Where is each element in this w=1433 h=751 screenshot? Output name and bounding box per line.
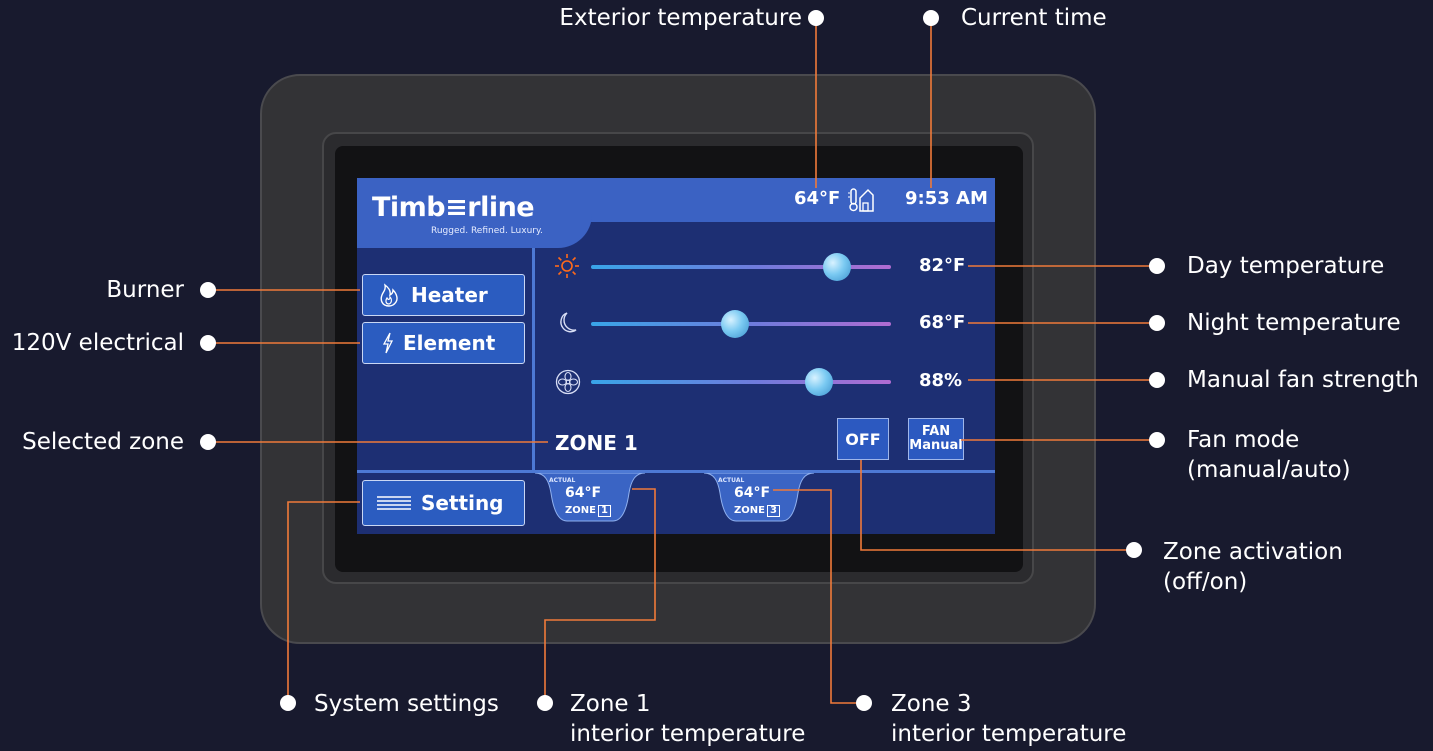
- fan-mode-button[interactable]: FAN Manual: [908, 418, 964, 460]
- zone-1-name: ZONE 1: [565, 505, 611, 517]
- setting-button[interactable]: Setting: [362, 480, 525, 526]
- heater-button-label: Heater: [411, 283, 488, 307]
- zone-1-temperature: 64°F: [565, 485, 602, 501]
- zone-3-temperature: 64°F: [734, 485, 771, 501]
- fan-strength-knob[interactable]: [805, 368, 833, 396]
- moon-icon: [555, 311, 577, 339]
- fan-strength-track[interactable]: [591, 380, 891, 384]
- current-time-readout: 9:53 AM: [905, 188, 988, 209]
- callout-selected-zone: Selected zone: [22, 429, 184, 455]
- brand-logo: Timb≡rline: [372, 192, 535, 223]
- fan-strength-row: 88%: [357, 367, 995, 397]
- callout-exterior-temperature: Exterior temperature: [559, 5, 802, 31]
- selected-zone-label: ZONE 1: [555, 431, 638, 455]
- brand-tagline: Rugged. Refined. Luxury.: [431, 226, 543, 236]
- callout-burner: Burner: [106, 277, 184, 303]
- callout-electrical: 120V electrical: [11, 330, 184, 356]
- night-temperature-knob[interactable]: [721, 310, 749, 338]
- night-temperature-value: 68°F: [919, 312, 966, 333]
- zone-3-tab[interactable]: ACTUAL 64°F ZONE 3: [704, 473, 814, 525]
- zone-1-tab[interactable]: ACTUAL 64°F ZONE 1: [535, 473, 645, 525]
- callout-zone-3-line2: interior temperature: [891, 721, 1127, 747]
- callout-day-temperature: Day temperature: [1187, 253, 1385, 279]
- callout-fan-mode-line1: Fan mode: [1187, 427, 1300, 453]
- callout-fan-mode-line2: (manual/auto): [1187, 457, 1351, 483]
- callout-system-settings: System settings: [314, 691, 499, 717]
- exterior-temperature-readout: 64°F: [794, 188, 841, 209]
- sun-icon: [555, 254, 579, 282]
- thermostat-display: Timb≡rline Rugged. Refined. Luxury. 64°F…: [357, 178, 995, 534]
- callout-fan-mode: Fan mode (manual/auto): [1187, 425, 1351, 485]
- flame-icon: [377, 282, 401, 308]
- zone-3-number: 3: [766, 505, 780, 517]
- zone-1-number: 1: [597, 505, 611, 517]
- zone-3-name: ZONE 3: [734, 505, 780, 517]
- callout-zone-1-line2: interior temperature: [570, 721, 806, 747]
- callout-zone-activation-line2: (off/on): [1163, 569, 1248, 595]
- day-temperature-value: 82°F: [919, 255, 966, 276]
- callout-zone-3-temperature: Zone 3 interior temperature: [891, 689, 1126, 749]
- zone-toggle-button[interactable]: OFF: [837, 418, 889, 460]
- setting-button-label: Setting: [421, 491, 504, 515]
- menu-lines-icon: [377, 495, 411, 511]
- zone-3-name-text: ZONE: [734, 505, 765, 516]
- fan-mode-title: FAN: [921, 424, 951, 439]
- night-temperature-row: 68°F: [357, 309, 995, 339]
- logo-panel: Timb≡rline Rugged. Refined. Luxury.: [357, 178, 592, 248]
- fan-icon: [555, 369, 581, 399]
- callout-zone-3-line1: Zone 3: [891, 691, 972, 717]
- day-temperature-knob[interactable]: [823, 253, 851, 281]
- callout-current-time: Current time: [961, 5, 1107, 31]
- callout-zone-activation: Zone activation (off/on): [1163, 537, 1343, 597]
- callout-zone-1-temperature: Zone 1 interior temperature: [570, 689, 805, 749]
- fan-strength-value: 88%: [919, 370, 963, 391]
- callout-manual-fan-strength: Manual fan strength: [1187, 367, 1419, 393]
- thermometer-house-icon: [848, 187, 874, 217]
- zone-3-actual-label: ACTUAL: [718, 477, 745, 484]
- day-temperature-row: 82°F: [357, 252, 995, 282]
- zone-1-actual-label: ACTUAL: [549, 477, 576, 484]
- zone-1-name-text: ZONE: [565, 505, 596, 516]
- callout-zone-activation-line1: Zone activation: [1163, 539, 1343, 565]
- callout-zone-1-line1: Zone 1: [570, 691, 651, 717]
- callout-night-temperature: Night temperature: [1187, 310, 1401, 336]
- divider-horizontal: [357, 470, 995, 473]
- fan-mode-value: Manual: [909, 438, 963, 453]
